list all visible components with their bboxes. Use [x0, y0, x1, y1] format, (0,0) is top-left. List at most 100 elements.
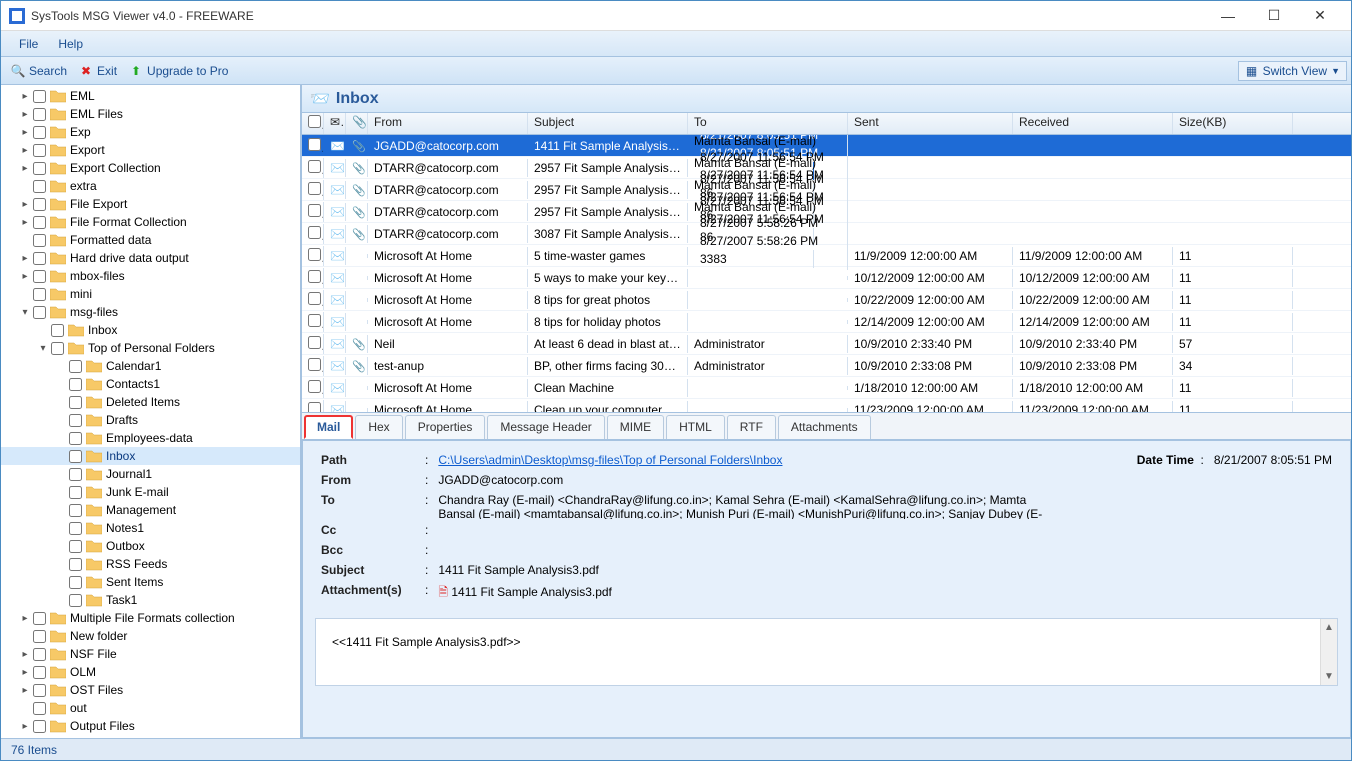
tree-item[interactable]: ▸Multiple File Formats collection: [1, 609, 300, 627]
expander-icon[interactable]: ▸: [19, 163, 31, 174]
message-row[interactable]: ✉️Microsoft At HomeClean Machine1/18/201…: [302, 377, 1351, 399]
tree-checkbox[interactable]: [33, 720, 46, 733]
expander-icon[interactable]: ▸: [19, 685, 31, 696]
tree-item[interactable]: Journal1: [1, 465, 300, 483]
expander-icon[interactable]: ▸: [19, 91, 31, 102]
message-row[interactable]: ✉️Microsoft At Home8 tips for great phot…: [302, 289, 1351, 311]
close-button[interactable]: ✕: [1297, 1, 1343, 31]
expander-icon[interactable]: ▸: [19, 667, 31, 678]
tree-checkbox[interactable]: [33, 126, 46, 139]
tree-item[interactable]: ▸Exp: [1, 123, 300, 141]
tab-mime[interactable]: MIME: [607, 415, 664, 439]
tree-item[interactable]: Junk E-mail: [1, 483, 300, 501]
tree-item[interactable]: Inbox: [1, 321, 300, 339]
tab-attachments[interactable]: Attachments: [778, 415, 871, 439]
row-checkbox[interactable]: [308, 358, 321, 371]
menu-file[interactable]: File: [9, 34, 48, 54]
row-checkbox[interactable]: [308, 380, 321, 393]
row-checkbox[interactable]: [308, 402, 321, 413]
message-row[interactable]: ✉️Microsoft At Home5 ways to make your k…: [302, 267, 1351, 289]
search-button[interactable]: 🔍 Search: [5, 62, 73, 80]
tree-item[interactable]: Notes1: [1, 519, 300, 537]
expander-icon[interactable]: ▸: [19, 721, 31, 732]
tree-checkbox[interactable]: [33, 108, 46, 121]
tree-checkbox[interactable]: [33, 252, 46, 265]
scroll-down-icon[interactable]: ▼: [1321, 668, 1337, 685]
tree-checkbox[interactable]: [51, 342, 64, 355]
expander-icon[interactable]: ▸: [19, 217, 31, 228]
tree-checkbox[interactable]: [69, 594, 82, 607]
grid-body[interactable]: ✉️📎JGADD@catocorp.com1411 Fit Sample Ana…: [302, 135, 1351, 412]
tab-message-header[interactable]: Message Header: [487, 415, 604, 439]
tree-checkbox[interactable]: [33, 702, 46, 715]
tree-item[interactable]: Contacts1: [1, 375, 300, 393]
folder-tree[interactable]: ▸EML▸EML Files▸Exp▸Export▸Export Collect…: [1, 85, 300, 738]
tree-checkbox[interactable]: [51, 324, 64, 337]
tree-item[interactable]: ▸NSF File: [1, 645, 300, 663]
tree-item[interactable]: ▸OST Files: [1, 681, 300, 699]
expander-icon[interactable]: ▸: [19, 649, 31, 660]
tab-properties[interactable]: Properties: [405, 415, 486, 439]
tree-checkbox[interactable]: [69, 576, 82, 589]
message-row[interactable]: ✉️Microsoft At Home8 tips for holiday ph…: [302, 311, 1351, 333]
tree-item[interactable]: ▸mbox-files: [1, 267, 300, 285]
col-to[interactable]: To: [688, 113, 848, 134]
tree-item[interactable]: ▸OLM: [1, 663, 300, 681]
maximize-button[interactable]: ☐: [1251, 1, 1297, 31]
expander-icon[interactable]: ▸: [19, 127, 31, 138]
tree-checkbox[interactable]: [69, 396, 82, 409]
col-received[interactable]: Received: [1013, 113, 1173, 134]
col-envelope[interactable]: ✉: [324, 113, 346, 134]
tree-checkbox[interactable]: [33, 684, 46, 697]
tree-checkbox[interactable]: [33, 648, 46, 661]
tree-checkbox[interactable]: [69, 414, 82, 427]
tree-item[interactable]: ▸Export Collection: [1, 159, 300, 177]
tree-checkbox[interactable]: [69, 486, 82, 499]
tree-checkbox[interactable]: [33, 234, 46, 247]
exit-button[interactable]: ✖ Exit: [73, 62, 123, 80]
col-size[interactable]: Size(KB): [1173, 113, 1293, 134]
menu-help[interactable]: Help: [48, 34, 93, 54]
tree-item[interactable]: New folder: [1, 627, 300, 645]
tree-checkbox[interactable]: [33, 198, 46, 211]
tree-checkbox[interactable]: [69, 540, 82, 553]
row-checkbox[interactable]: [308, 292, 321, 305]
attachments-value[interactable]: 1411 Fit Sample Analysis3.pdf: [451, 585, 612, 599]
tree-item[interactable]: RSS Feeds: [1, 555, 300, 573]
tree-item[interactable]: ▸Export: [1, 141, 300, 159]
tree-item[interactable]: ▸File Export: [1, 195, 300, 213]
tree-item[interactable]: ▾msg-files: [1, 303, 300, 321]
tree-item[interactable]: Deleted Items: [1, 393, 300, 411]
tree-item[interactable]: Calendar1: [1, 357, 300, 375]
row-checkbox[interactable]: [308, 182, 321, 195]
tree-item[interactable]: out: [1, 699, 300, 717]
tree-checkbox[interactable]: [33, 270, 46, 283]
expander-icon[interactable]: ▸: [19, 613, 31, 624]
tree-item[interactable]: ▸Output Files: [1, 717, 300, 735]
scroll-up-icon[interactable]: ▲: [1321, 619, 1337, 636]
tree-checkbox[interactable]: [33, 306, 46, 319]
tree-item[interactable]: ▾Top of Personal Folders: [1, 339, 300, 357]
message-row[interactable]: ✉️📎NeilAt least 6 dead in blast at C...A…: [302, 333, 1351, 355]
tree-checkbox[interactable]: [69, 504, 82, 517]
tree-item[interactable]: extra: [1, 177, 300, 195]
tree-checkbox[interactable]: [33, 216, 46, 229]
row-checkbox[interactable]: [308, 160, 321, 173]
tree-item[interactable]: Inbox: [1, 447, 300, 465]
expander-icon[interactable]: ▸: [19, 271, 31, 282]
tree-checkbox[interactable]: [69, 468, 82, 481]
tree-checkbox[interactable]: [33, 666, 46, 679]
message-row[interactable]: ✉️📎test-anupBP, other firms facing 300 l…: [302, 355, 1351, 377]
tree-checkbox[interactable]: [69, 432, 82, 445]
col-subject[interactable]: Subject: [528, 113, 688, 134]
tree-checkbox[interactable]: [69, 450, 82, 463]
tree-checkbox[interactable]: [69, 360, 82, 373]
tab-mail[interactable]: Mail: [304, 415, 353, 439]
tree-checkbox[interactable]: [33, 288, 46, 301]
tree-checkbox[interactable]: [33, 630, 46, 643]
row-checkbox[interactable]: [308, 248, 321, 261]
tree-item[interactable]: Employees-data: [1, 429, 300, 447]
tree-item[interactable]: Formatted data: [1, 231, 300, 249]
expander-icon[interactable]: ▸: [19, 145, 31, 156]
tree-checkbox[interactable]: [33, 162, 46, 175]
